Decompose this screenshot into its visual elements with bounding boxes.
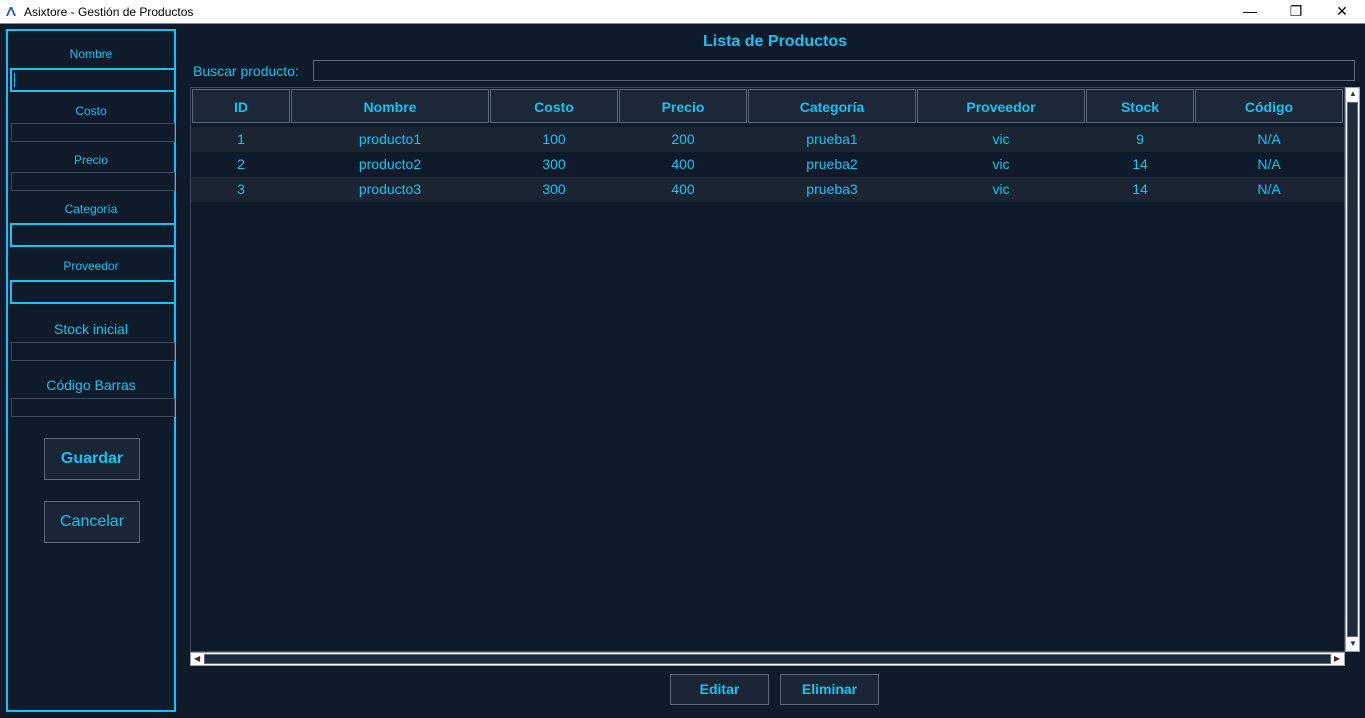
codigo-label: Código Barras [46, 377, 136, 393]
nombre-label: Nombre [69, 47, 113, 61]
table-row[interactable]: 3 producto3 300 400 prueba3 vic 14 N/A [191, 177, 1344, 202]
cell-precio: 400 [671, 156, 695, 172]
cell-codigo: N/A [1257, 156, 1281, 172]
cell-nombre: producto3 [358, 181, 422, 197]
categoria-label: Categoría [64, 202, 118, 216]
cell-nombre: producto1 [358, 131, 422, 147]
proveedor-input[interactable] [10, 280, 176, 304]
column-header-stock[interactable]: Stock [1086, 89, 1194, 123]
window-title: Asixtore - Gestión de Productos [24, 5, 194, 19]
cell-costo: 100 [542, 131, 566, 147]
scroll-right-icon[interactable]: ▶ [1334, 654, 1340, 663]
table-row[interactable]: 2 producto2 300 400 prueba2 vic 14 N/A [191, 152, 1344, 177]
cell-proveedor: vic [992, 131, 1010, 147]
column-header-codigo[interactable]: Código [1195, 89, 1343, 123]
search-input[interactable] [313, 60, 1355, 81]
horizontal-scroll-thumb[interactable] [204, 654, 1331, 664]
title-bar: Asixtore - Gestión de Productos — ❐ ✕ [0, 0, 1365, 24]
app-logo-icon [6, 7, 16, 16]
column-header-costo[interactable]: Costo [490, 89, 618, 123]
codigo-input[interactable] [11, 398, 175, 417]
vertical-scroll-thumb[interactable] [1347, 102, 1358, 637]
cell-id: 1 [237, 131, 245, 147]
cell-categoria: prueba3 [806, 181, 858, 197]
cell-proveedor: vic [992, 181, 1010, 197]
scroll-down-icon[interactable]: ▼ [1349, 639, 1357, 648]
cell-stock: 9 [1136, 131, 1144, 147]
cancelar-button[interactable]: Cancelar [44, 501, 140, 543]
stock-input[interactable] [11, 342, 175, 361]
costo-label: Costo [75, 104, 107, 118]
table-header: ID Nombre Costo Precio Categoría Proveed… [191, 88, 1344, 125]
horizontal-scrollbar[interactable]: ◀ ▶ [190, 652, 1345, 666]
close-button[interactable]: ✕ [1319, 0, 1365, 22]
cell-categoria: prueba2 [806, 156, 858, 172]
costo-input[interactable] [11, 123, 175, 142]
delete-button[interactable]: Eliminar [780, 674, 879, 705]
page-title: Lista de Productos [702, 33, 848, 50]
nombre-input[interactable] [10, 68, 176, 92]
vertical-scrollbar[interactable]: ▲ ▼ [1345, 87, 1360, 652]
categoria-input[interactable] [10, 223, 176, 247]
cell-id: 2 [237, 156, 245, 172]
cell-precio: 200 [671, 131, 695, 147]
cell-categoria: prueba1 [806, 131, 858, 147]
column-header-categoria[interactable]: Categoría [748, 89, 916, 123]
proveedor-label: Proveedor [63, 259, 119, 273]
column-header-proveedor[interactable]: Proveedor [917, 89, 1085, 123]
text-caret [14, 73, 15, 87]
cell-codigo: N/A [1257, 181, 1281, 197]
edit-button[interactable]: Editar [670, 674, 769, 705]
column-header-nombre[interactable]: Nombre [291, 89, 489, 123]
column-header-id[interactable]: ID [192, 89, 290, 123]
cell-precio: 400 [671, 181, 695, 197]
cell-nombre: producto2 [358, 156, 422, 172]
precio-input[interactable] [11, 172, 175, 191]
product-form-panel: Nombre Costo Precio Categoría Proveedor … [6, 29, 176, 712]
guardar-button[interactable]: Guardar [44, 438, 140, 480]
cell-stock: 14 [1132, 181, 1148, 197]
minimize-button[interactable]: — [1227, 0, 1273, 22]
products-table: ID Nombre Costo Precio Categoría Proveed… [190, 87, 1345, 652]
maximize-button[interactable]: ❐ [1273, 0, 1319, 22]
scroll-left-icon[interactable]: ◀ [194, 654, 200, 663]
precio-label: Precio [73, 153, 108, 167]
scroll-up-icon[interactable]: ▲ [1349, 89, 1357, 98]
cell-id: 3 [237, 181, 245, 197]
column-header-precio[interactable]: Precio [619, 89, 747, 123]
cell-stock: 14 [1132, 156, 1148, 172]
table-row[interactable]: 1 producto1 100 200 prueba1 vic 9 N/A [191, 127, 1344, 152]
cell-codigo: N/A [1257, 131, 1281, 147]
stock-label: Stock inicial [54, 321, 128, 337]
cell-costo: 300 [542, 181, 566, 197]
cell-proveedor: vic [992, 156, 1010, 172]
cell-costo: 300 [542, 156, 566, 172]
search-label: Buscar producto: [193, 63, 299, 79]
